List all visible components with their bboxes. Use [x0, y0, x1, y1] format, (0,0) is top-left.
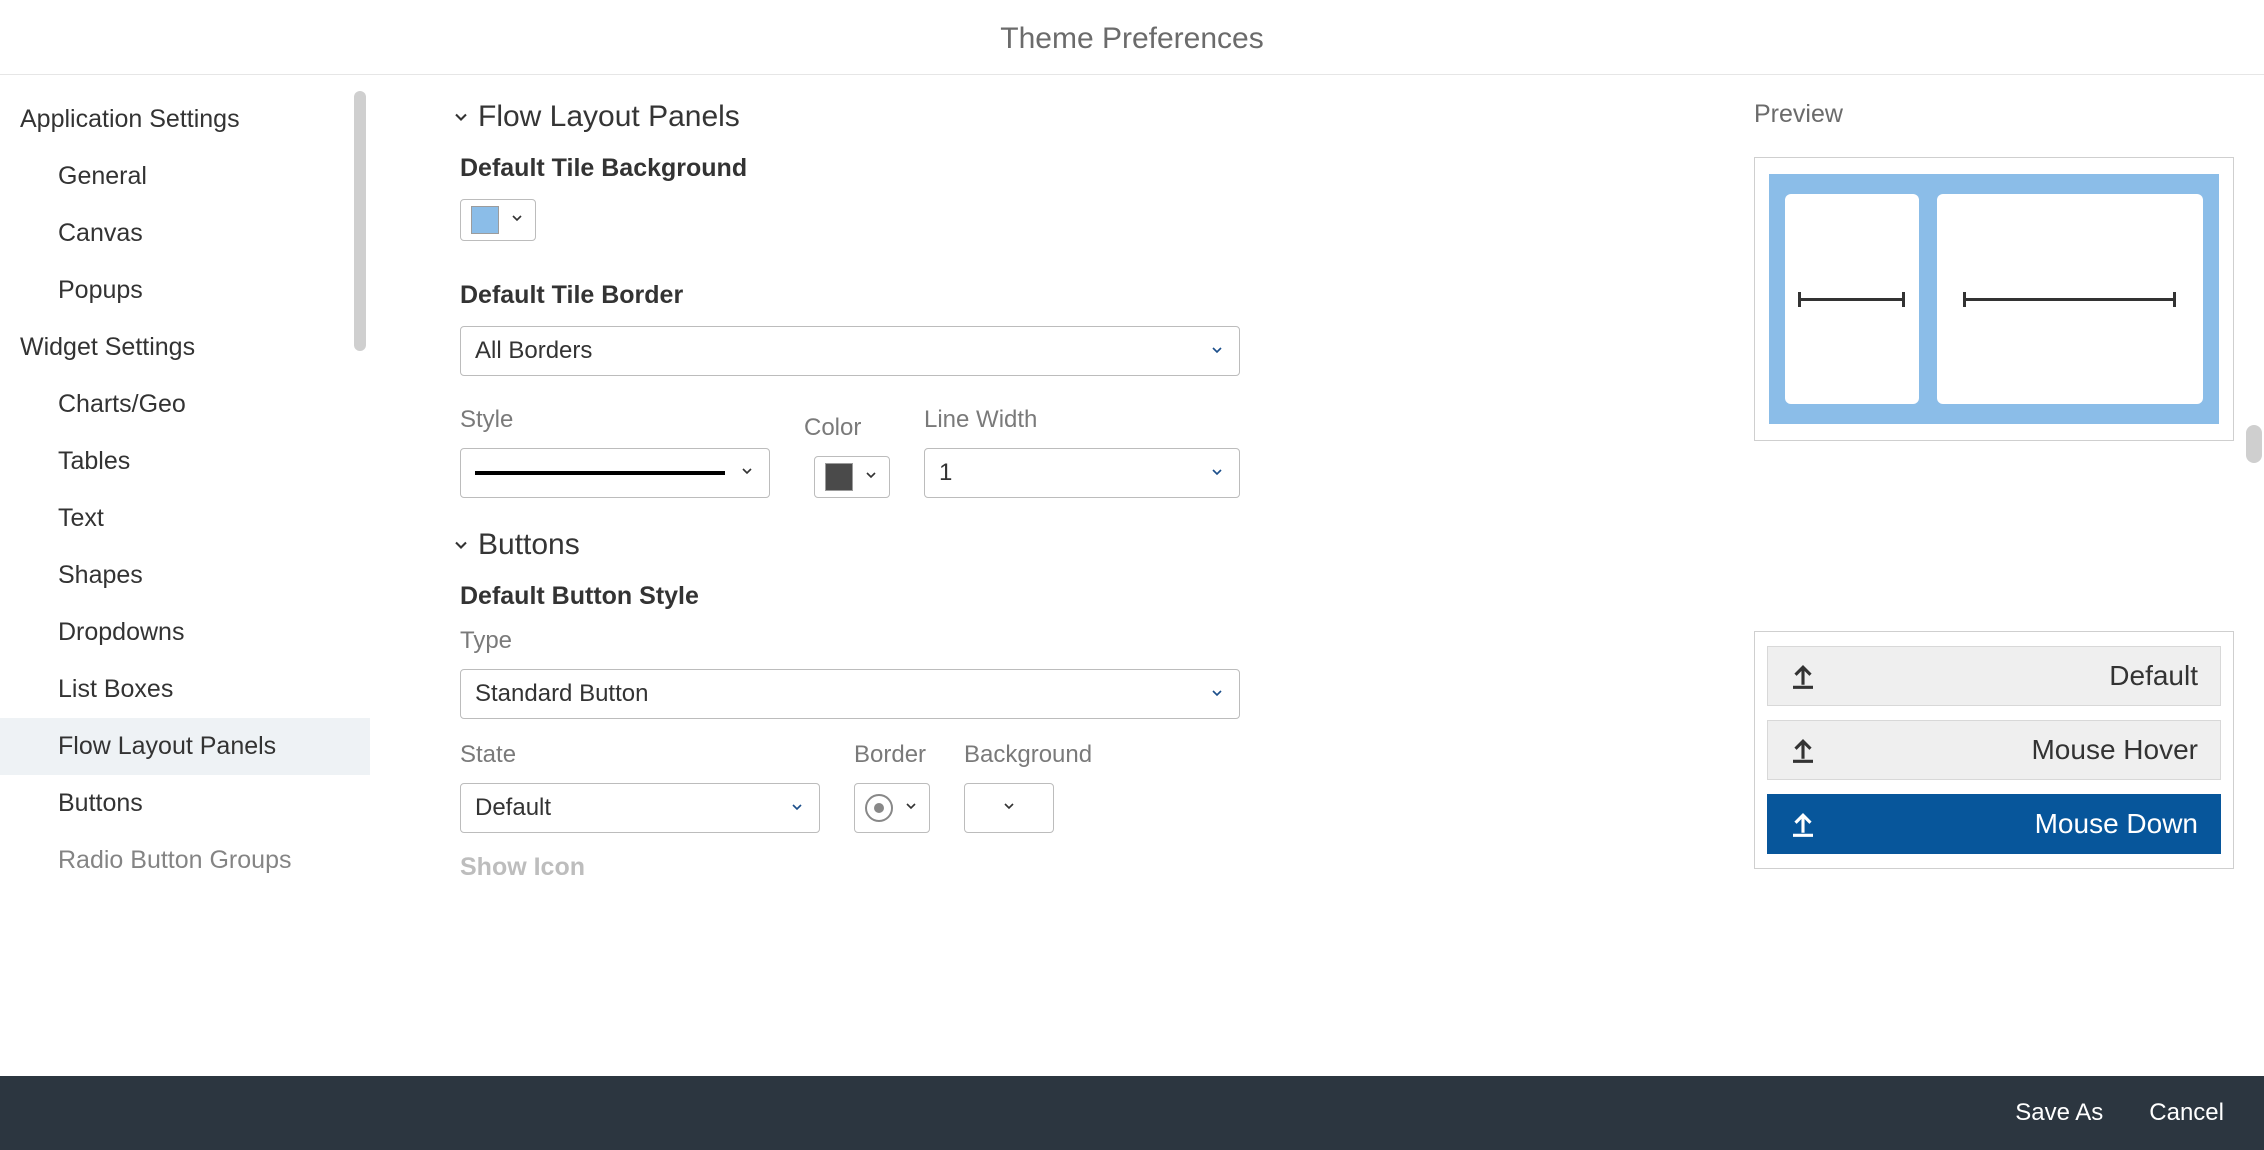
upload-icon: [1788, 735, 1818, 765]
label-background: Background: [964, 741, 1092, 769]
group-buttons[interactable]: Buttons: [450, 528, 1694, 562]
chevron-down-icon: [1209, 680, 1225, 708]
button-type-select[interactable]: Standard Button: [460, 669, 1240, 719]
chevron-down-icon: [739, 463, 755, 484]
tile-background-color-picker[interactable]: [460, 199, 536, 241]
border-color-swatch: [825, 463, 853, 491]
label-default-tile-border: Default Tile Border: [460, 281, 1694, 310]
button-preview: Default Mouse Hover Mouse Down: [1754, 631, 2234, 869]
tile-border-value: All Borders: [475, 337, 592, 365]
label-show-icon: Show Icon: [460, 853, 1694, 882]
sidebar-item-list-boxes[interactable]: List Boxes: [0, 661, 370, 718]
upload-icon: [1788, 661, 1818, 691]
button-border-picker[interactable]: [854, 783, 930, 833]
sidebar-section-application-settings: Application Settings: [0, 91, 370, 148]
settings-form: Flow Layout Panels Default Tile Backgrou…: [370, 75, 1754, 1076]
button-state-down: Mouse Down: [1767, 794, 2221, 854]
dialog-title: Theme Preferences: [0, 0, 2264, 75]
line-width-value: 1: [939, 459, 952, 487]
save-as-button[interactable]: Save As: [2015, 1099, 2103, 1127]
button-state-hover: Mouse Hover: [1767, 720, 2221, 780]
chevron-down-icon: [863, 467, 879, 488]
sidebar-item-flow-layout-panels[interactable]: Flow Layout Panels: [0, 718, 370, 775]
preview-column: Preview Default Mouse: [1754, 75, 2264, 1076]
upload-icon: [1788, 809, 1818, 839]
preview-label: Preview: [1754, 100, 2234, 129]
chevron-down-icon: [450, 534, 472, 556]
chevron-down-icon: [789, 794, 805, 822]
border-style-icon: [865, 794, 893, 822]
chevron-down-icon: [1001, 798, 1017, 819]
sidebar-item-text[interactable]: Text: [0, 490, 370, 547]
panel-preview-bg: [1769, 174, 2219, 424]
line-style-select[interactable]: [460, 448, 770, 498]
label-color: Color: [804, 414, 890, 442]
tile-background-swatch: [471, 206, 499, 234]
label-default-tile-background: Default Tile Background: [460, 154, 1694, 183]
button-state-select[interactable]: Default: [460, 783, 820, 833]
label-type: Type: [460, 627, 1694, 655]
label-state: State: [460, 741, 820, 769]
line-width-select[interactable]: 1: [924, 448, 1240, 498]
button-state-hover-label: Mouse Hover: [2031, 734, 2198, 766]
label-default-button-style: Default Button Style: [460, 582, 1694, 611]
label-line-width: Line Width: [924, 406, 1240, 434]
chevron-down-icon: [450, 106, 472, 128]
page-scrollbar[interactable]: [2246, 425, 2262, 463]
panel-preview-cell: [1937, 194, 2203, 404]
sidebar-scrollbar[interactable]: [354, 91, 366, 351]
button-type-value: Standard Button: [475, 680, 648, 708]
button-state-value: Default: [475, 794, 551, 822]
chevron-down-icon: [903, 798, 919, 819]
tile-border-select[interactable]: All Borders: [460, 326, 1240, 376]
button-state-default-label: Default: [2109, 660, 2198, 692]
sidebar-section-widget-settings: Widget Settings: [0, 319, 370, 376]
sidebar-item-popups[interactable]: Popups: [0, 262, 370, 319]
sidebar-item-shapes[interactable]: Shapes: [0, 547, 370, 604]
dialog-footer: Save As Cancel: [0, 1076, 2264, 1150]
sidebar-item-buttons[interactable]: Buttons: [0, 775, 370, 832]
panel-preview-cell: [1785, 194, 1919, 404]
line-style-preview: [475, 471, 725, 475]
group-buttons-label: Buttons: [478, 528, 580, 562]
chevron-down-icon: [1209, 459, 1225, 487]
group-flow-layout-panels-label: Flow Layout Panels: [478, 100, 740, 134]
flow-layout-preview: [1754, 157, 2234, 441]
measure-line-icon: [1798, 298, 1905, 301]
sidebar-item-canvas[interactable]: Canvas: [0, 205, 370, 262]
border-color-picker[interactable]: [814, 456, 890, 498]
label-border: Border: [854, 741, 930, 769]
measure-line-icon: [1963, 298, 2176, 301]
sidebar-item-charts-geo[interactable]: Charts/Geo: [0, 376, 370, 433]
chevron-down-icon: [1209, 337, 1225, 365]
label-style: Style: [460, 406, 770, 434]
sidebar-item-tables[interactable]: Tables: [0, 433, 370, 490]
button-state-down-label: Mouse Down: [2035, 808, 2198, 840]
sidebar-item-radio-button-groups[interactable]: Radio Button Groups: [0, 832, 370, 889]
button-background-picker[interactable]: [964, 783, 1054, 833]
sidebar-item-dropdowns[interactable]: Dropdowns: [0, 604, 370, 661]
chevron-down-icon: [509, 210, 525, 231]
group-flow-layout-panels[interactable]: Flow Layout Panels: [450, 100, 1694, 134]
sidebar: Application Settings General Canvas Popu…: [0, 75, 370, 1076]
sidebar-item-general[interactable]: General: [0, 148, 370, 205]
button-state-default: Default: [1767, 646, 2221, 706]
cancel-button[interactable]: Cancel: [2149, 1099, 2224, 1127]
